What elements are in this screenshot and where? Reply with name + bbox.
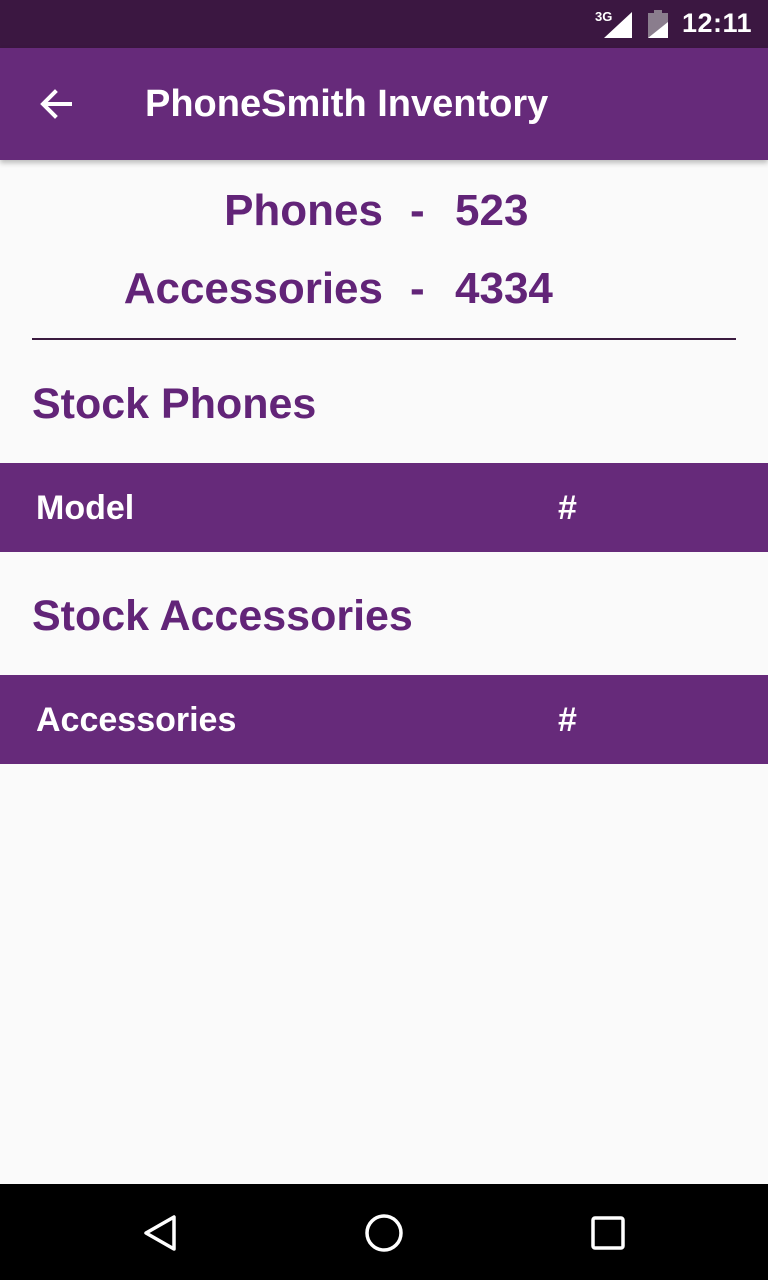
- summary-accessories-count: 4334: [455, 264, 553, 313]
- summary-phones-label: Phones: [224, 186, 383, 235]
- signal-icon: [604, 12, 632, 38]
- back-arrow-icon[interactable]: [36, 84, 76, 124]
- column-header-accessories: Accessories: [36, 701, 237, 739]
- summary-accessories-separator: -: [410, 264, 425, 313]
- navigation-bar: [0, 1184, 768, 1280]
- page-title: PhoneSmith Inventory: [145, 83, 549, 125]
- summary-accessories-label: Accessories: [123, 264, 383, 313]
- app-bar: PhoneSmith Inventory: [0, 48, 768, 160]
- column-header-count: #: [558, 701, 577, 739]
- summary-divider: [32, 338, 736, 340]
- stock-phones-title: Stock Phones: [32, 380, 317, 428]
- summary-phones-row: Phones - 523: [0, 186, 768, 242]
- back-nav-icon[interactable]: [142, 1214, 178, 1252]
- summary-accessories-row: Accessories - 4334: [0, 264, 768, 320]
- column-header-count: #: [558, 489, 577, 527]
- stock-phones-table-header: Model #: [0, 463, 768, 552]
- column-header-model: Model: [36, 489, 135, 527]
- summary-phones-separator: -: [410, 186, 425, 235]
- summary-phones-count: 523: [455, 186, 529, 235]
- recents-nav-icon[interactable]: [590, 1215, 626, 1251]
- battery-icon: [648, 10, 668, 38]
- clock: 12:11: [682, 8, 753, 38]
- stock-accessories-title: Stock Accessories: [32, 592, 413, 640]
- status-bar: 3G 12:11: [0, 0, 768, 48]
- stock-accessories-table-header: Accessories #: [0, 675, 768, 764]
- home-nav-icon[interactable]: [364, 1213, 404, 1253]
